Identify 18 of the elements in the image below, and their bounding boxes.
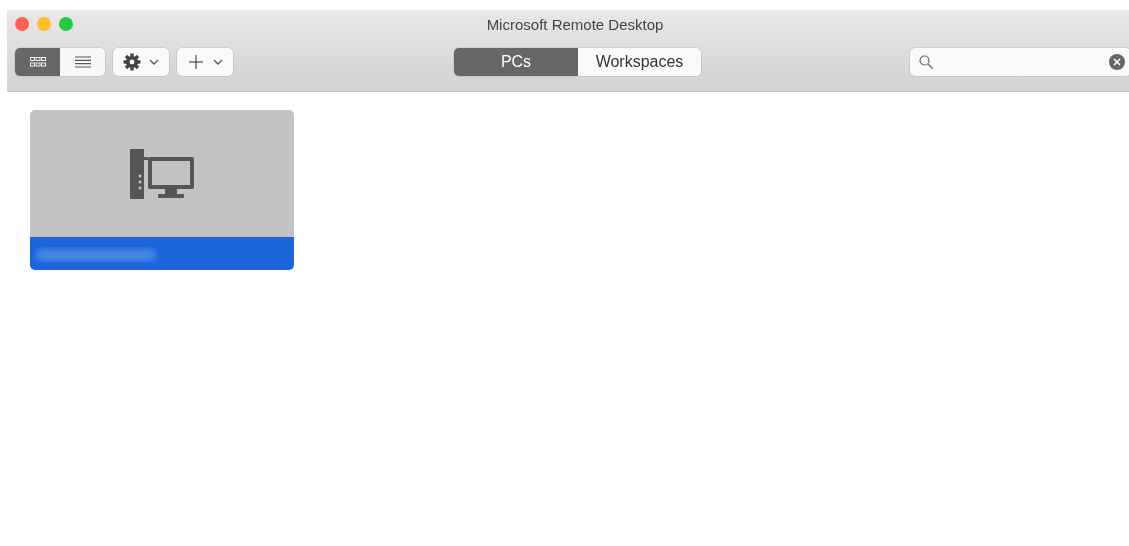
list-icon [74,56,91,68]
caret-icon [149,59,159,65]
grid-icon [29,57,46,67]
tab[interactable]: Workspaces [578,48,701,76]
settings-icon [123,53,141,71]
search-field[interactable] [910,48,1129,76]
add-button[interactable] [177,48,233,76]
plus-icon [187,54,204,70]
computer-icon [130,148,194,199]
window-title: Microsoft Remote Desktop [485,15,665,33]
grid-view-button[interactable] [15,48,60,76]
pc-tile[interactable] [30,110,294,270]
tab[interactable]: PCs [454,48,578,76]
clear-icon[interactable] [1109,54,1125,70]
list-view-button[interactable] [60,48,105,76]
search-icon [919,55,933,69]
settings-button[interactable] [113,48,169,76]
caret-icon [212,59,223,65]
